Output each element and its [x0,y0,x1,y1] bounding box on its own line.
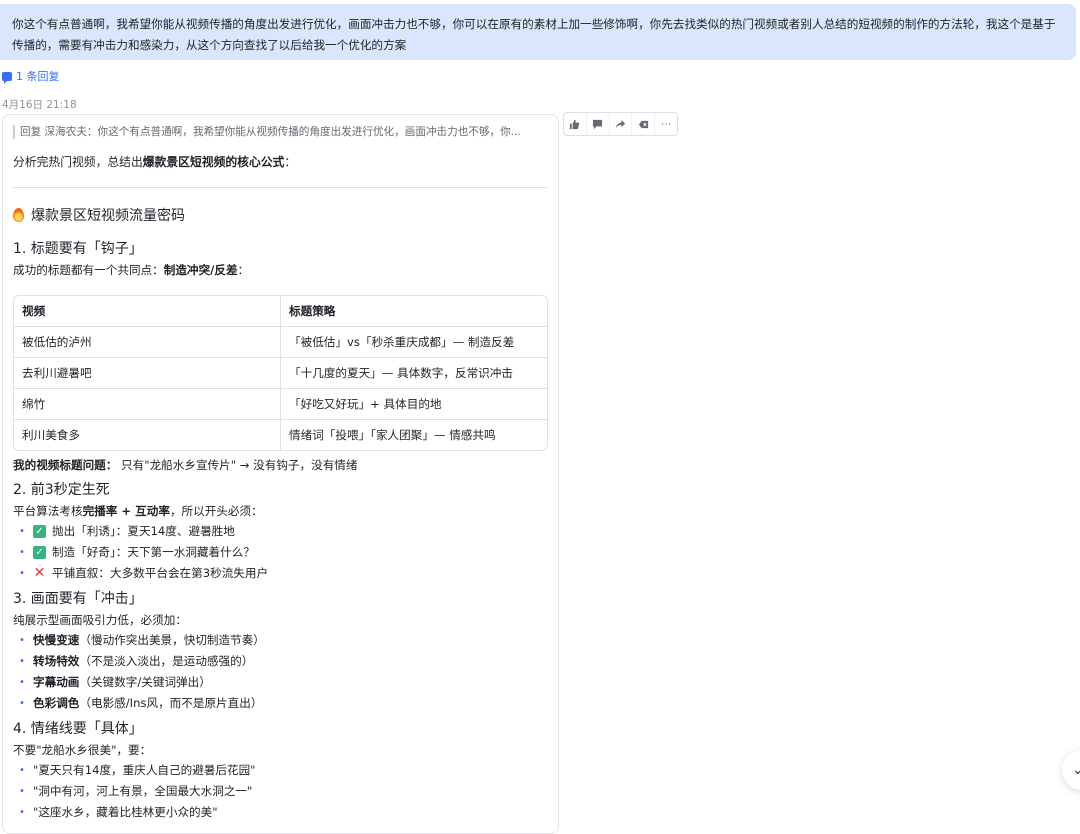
table-header-row: 视频 标题策略 [14,296,547,327]
list-item: • 色彩调色（电影感/Ins风，而不是原片直出） [13,693,548,714]
intro-text: 分析完热门视频，总结出爆款景区短视频的核心公式： [13,153,548,171]
problem-bold: 我的视频标题问题： [13,458,118,472]
reply-quote: 回复 深海农夫：你这个有点普通啊，我希望你能从视频传播的角度出发进行优化，画面冲… [13,125,548,139]
table-cell: 去利川避暑吧 [14,358,281,389]
intro-prefix: 分析完热门视频，总结出 [13,155,143,169]
opening-tips-list: • ✓ 抛出「利诱」：夏天14度、避暑胜地 • ✓ 制造「好奇」：天下第一水洞藏着什么？… [13,521,548,584]
section-title: 爆款景区短视频流量密码 [13,204,548,226]
share-icon[interactable] [610,113,633,135]
bullet: • [19,807,25,818]
table-cell: 情绪词「投喂」「家人团聚」— 情感共鸣 [289,428,496,442]
assistant-message-card: 回复 深海农夫：你这个有点普通啊，我希望你能从视频传播的角度出发进行优化，画面冲… [2,114,559,834]
list-item: • 字幕动画（关键数字/关键词弹出） [13,672,548,693]
comment-icon [2,71,12,84]
comment-icon[interactable] [587,113,610,135]
list-item: • 转场特效（不是淡入淡出，是运动感强的） [13,651,548,672]
heading-1: 1. 标题要有「钩子」 [13,241,143,257]
table-row: 利川美食多 情绪词「投喂」「家人团聚」— 情感共鸣 [14,420,547,450]
s1-sub-suffix: ： [237,263,250,277]
list-item-text: （电影感/Ins风，而不是原片直出） [79,696,263,710]
problem-text: 只有"龙船水乡宣传片" → 没有钩子，没有情绪 [117,458,358,472]
table-cell: 利川美食多 [14,420,281,450]
emotion-examples-list: • "夏天只有14度，重庆人自己的避暑后花园" • "洞中有河，河上有景，全国最大水… [13,760,548,823]
list-item-text: （不是淡入淡出，是运动感强的） [79,654,254,668]
scroll-down-button[interactable]: ⌄ [1062,750,1080,790]
reply-count-link[interactable]: 1 条回复 [2,68,60,84]
bullet: • [19,547,25,558]
intro-bold: 爆款景区短视频的核心公式 [142,155,285,169]
list-item: • "洞中有河，河上有景，全国最大水洞之一" [13,781,548,802]
list-item-text: "这座水乡，藏着比桂林更小众的美" [33,805,218,819]
list-item-text: 平铺直叙：大多数平台会在第3秒流失用户 [52,566,269,580]
s2-sub-bold: 完播率 + 互动率 [82,504,170,518]
message-timestamp: 4月16日 21:18 [2,99,77,111]
heading-4-sub: 不要"龙船水乡很美"，要： [13,743,152,757]
list-item-bold: 快慢变速 [33,633,80,647]
heading-1-sub: 成功的标题都有一个共同点：制造冲突/反差： [13,260,548,280]
list-item: • ✕ 平铺直叙：大多数平台会在第3秒流失用户 [13,563,548,584]
table-row: 被低估的泸州 「被低估」vs「秒杀重庆成都」— 制造反差 [14,327,547,358]
table-cell: 被低估的泸州 [14,327,281,358]
table-cell: 「被低估」vs「秒杀重庆成都」— 制造反差 [281,327,547,358]
bullet: • [19,698,25,709]
table-cell: 「好吃又好玩」+ 具体目的地 [281,389,547,420]
table-cell: 绵竹 [14,389,281,420]
user-message-bubble: 你这个有点普通啊，我希望你能从视频传播的角度出发进行优化，画面冲击力也不够，你可… [0,4,1076,60]
check-icon: ✓ [33,525,46,538]
table-row: 绵竹 「好吃又好玩」+ 具体目的地 [14,389,547,420]
bullet: • [19,786,25,797]
table-row: 去利川避暑吧 「十几度的夏天」— 具体数字，反常识冲击 [14,358,547,389]
check-icon: ✓ [33,546,46,559]
list-item-bold: 转场特效 [33,654,80,668]
fire-icon [13,208,24,222]
bullet: • [19,656,25,667]
visual-tips-list: • 快慢变速（慢动作突出美景，快切制造节奏） • 转场特效（不是淡入淡出，是运动感强… [13,630,548,714]
list-item-bold: 字幕动画 [33,675,80,689]
list-item: • ✓ 抛出「利诱」：夏天14度、避暑胜地 [13,521,548,542]
heading-2: 2. 前3秒定生死 [13,482,110,498]
s1-sub-prefix: 成功的标题都有一个共同点： [13,263,164,277]
user-message-text: 你这个有点普通啊，我希望你能从视频传播的角度出发进行优化，画面冲击力也不够，你可… [12,17,1056,52]
list-item-text: 抛出「利诱」：夏天14度、避暑胜地 [52,524,235,538]
bullet: • [19,765,25,776]
reply-count-label: 1 条回复 [16,70,60,83]
list-item-text: （慢动作突出美景，快切制造节奏） [79,633,265,647]
list-item: • 快慢变速（慢动作突出美景，快切制造节奏） [13,630,548,651]
list-item-text: "洞中有河，河上有景，全国最大水洞之一" [33,784,253,798]
heading-4: 4. 情绪线要「具体」 [13,721,143,737]
heading-2-sub: 平台算法考核完播率 + 互动率，所以开头必须： [13,501,548,521]
list-item-text: "夏天只有14度，重庆人自己的避暑后花园" [33,763,256,777]
list-item-bold: 色彩调色 [33,696,80,710]
delete-icon[interactable] [632,113,656,135]
s1-sub-bold: 制造冲突/反差 [163,263,238,277]
table-cell: 「十几度的夏天」— 具体数字，反常识冲击 [281,358,547,389]
cross-icon: ✕ [33,565,46,581]
title-problem-text: 我的视频标题问题： 只有"龙船水乡宣传片" → 没有钩子，没有情绪 [13,455,548,475]
heading-3-sub: 纯展示型画面吸引力低，必须加： [13,613,187,627]
table-header-strategy: 标题策略 [281,296,547,327]
heading-3: 3. 画面要有「冲击」 [13,591,143,607]
list-item-text: （关键数字/关键词弹出） [79,675,211,689]
bullet: • [19,568,25,579]
list-item-text: 制造「好奇」：天下第一水洞藏着什么？ [52,545,255,559]
table-header-video: 视频 [14,296,281,327]
bullet: • [19,677,25,688]
s2-sub-suffix: ，所以开头必须： [169,504,263,518]
more-icon[interactable]: ⋯ [655,113,677,135]
title-strategy-table: 视频 标题策略 被低估的泸州 「被低估」vs「秒杀重庆成都」— 制造反差 去利川… [13,295,548,451]
bullet: • [19,526,25,537]
bullet: • [19,635,25,646]
list-item: • ✓ 制造「好奇」：天下第一水洞藏着什么？ [13,542,548,563]
intro-suffix: ： [284,155,297,169]
list-item: • "夏天只有14度，重庆人自己的避暑后花园" [13,760,548,781]
message-action-bar: ⋯ [563,112,678,136]
s2-sub-prefix: 平台算法考核 [13,504,83,518]
list-item: • "这座水乡，藏着比桂林更小众的美" [13,802,548,823]
thumbs-up-icon[interactable] [564,113,587,135]
section-title-text: 爆款景区短视频流量密码 [31,208,185,224]
divider [13,187,547,188]
chevron-down-icon: ⌄ [1072,762,1080,778]
